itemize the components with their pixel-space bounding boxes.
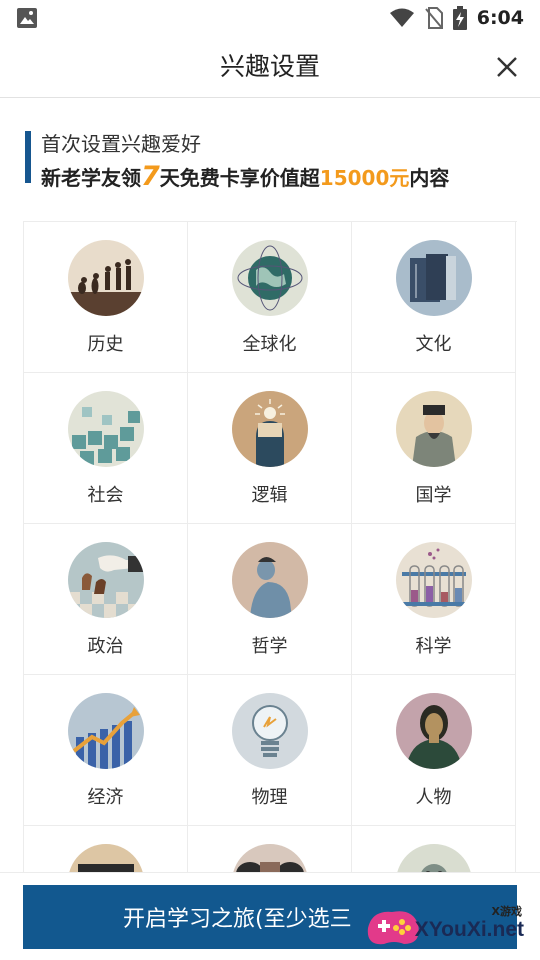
topic-globalization[interactable]: 全球化 <box>188 222 352 373</box>
topic-label: 科学 <box>415 636 452 657</box>
books-icon <box>396 240 472 316</box>
promo-offer-prefix: 新老学友领 <box>41 166 141 190</box>
topic-label: 国学 <box>415 485 452 506</box>
no-sim-icon <box>424 7 443 29</box>
topic-label: 历史 <box>87 334 124 355</box>
promo-accent-bar <box>25 131 31 183</box>
topic-sinology[interactable]: 国学 <box>352 373 516 524</box>
wifi-icon <box>389 8 414 27</box>
battery-charging-icon <box>452 6 467 30</box>
topic-label: 政治 <box>87 636 124 657</box>
topic-label: 文化 <box>415 334 452 355</box>
topic-label: 经济 <box>87 787 124 808</box>
title-bar: 兴趣设置 <box>0 36 540 98</box>
topic-economy[interactable]: 经济 <box>24 675 188 826</box>
topic-history[interactable]: 历史 <box>24 222 188 373</box>
watermark-line1: X游戏 <box>491 905 522 918</box>
topic-people[interactable]: 人物 <box>352 675 516 826</box>
topic-logic[interactable]: 逻辑 <box>188 373 352 524</box>
puzzle-icon <box>68 391 144 467</box>
partial-icon-2 <box>232 844 308 872</box>
growth-chart-icon <box>68 693 144 769</box>
partial-icon-3 <box>396 844 472 872</box>
promo-offer-amount: 15000元 <box>319 166 410 190</box>
page-title: 兴趣设置 <box>219 52 320 81</box>
globe-icon <box>232 240 308 316</box>
thinker-icon <box>232 542 308 618</box>
promo-banner: 首次设置兴趣爱好 新老学友领7天免费卡享价值超15000元内容 <box>25 128 525 192</box>
promo-offer: 新老学友领7天免费卡享价值超15000元内容 <box>41 161 449 192</box>
promo-offer-suffix: 内容 <box>409 166 450 190</box>
history-evolution-icon <box>68 240 144 316</box>
topic-label: 全球化 <box>242 334 297 355</box>
topic-society[interactable]: 社会 <box>24 373 188 524</box>
topic-politics[interactable]: 政治 <box>24 524 188 675</box>
close-button[interactable] <box>492 52 522 82</box>
topic-partial-1[interactable] <box>24 826 188 872</box>
promo-offer-middle: 天免费卡享价值超 <box>159 166 320 190</box>
status-time: 6:04 <box>476 7 524 29</box>
topic-philosophy[interactable]: 哲学 <box>188 524 352 675</box>
topic-partial-2[interactable] <box>188 826 352 872</box>
watermark-logo: X游戏 XYouXi.net <box>364 900 534 956</box>
topic-label: 人物 <box>415 787 452 808</box>
promo-offer-days: 7 <box>141 161 160 192</box>
watermark-line2: XYouXi.net <box>414 918 524 941</box>
partial-icon-1 <box>68 844 144 872</box>
test-tubes-icon <box>396 542 472 618</box>
topic-science[interactable]: 科学 <box>352 524 516 675</box>
topic-label: 哲学 <box>251 636 288 657</box>
scholar-portrait-icon <box>396 391 472 467</box>
topic-partial-3[interactable] <box>352 826 516 872</box>
status-left <box>16 7 38 29</box>
close-icon <box>497 57 517 77</box>
promo-heading: 首次设置兴趣爱好 <box>41 132 201 156</box>
topic-label: 物理 <box>251 787 288 808</box>
topic-physics[interactable]: 物理 <box>188 675 352 826</box>
chess-hand-icon <box>68 542 144 618</box>
status-bar: 6:04 <box>0 0 540 36</box>
mona-lisa-icon <box>396 693 472 769</box>
gallery-notification-icon <box>17 8 37 28</box>
status-right: 6:04 <box>389 6 524 30</box>
head-idea-icon <box>232 391 308 467</box>
lightbulb-icon <box>232 693 308 769</box>
topic-grid: 历史 全球化 文化 社会 逻辑 国学 政治 哲学 科学 经济 物理 人物 <box>23 221 517 872</box>
topic-culture[interactable]: 文化 <box>352 222 516 373</box>
topic-label: 社会 <box>87 485 124 506</box>
topic-label: 逻辑 <box>251 485 288 506</box>
